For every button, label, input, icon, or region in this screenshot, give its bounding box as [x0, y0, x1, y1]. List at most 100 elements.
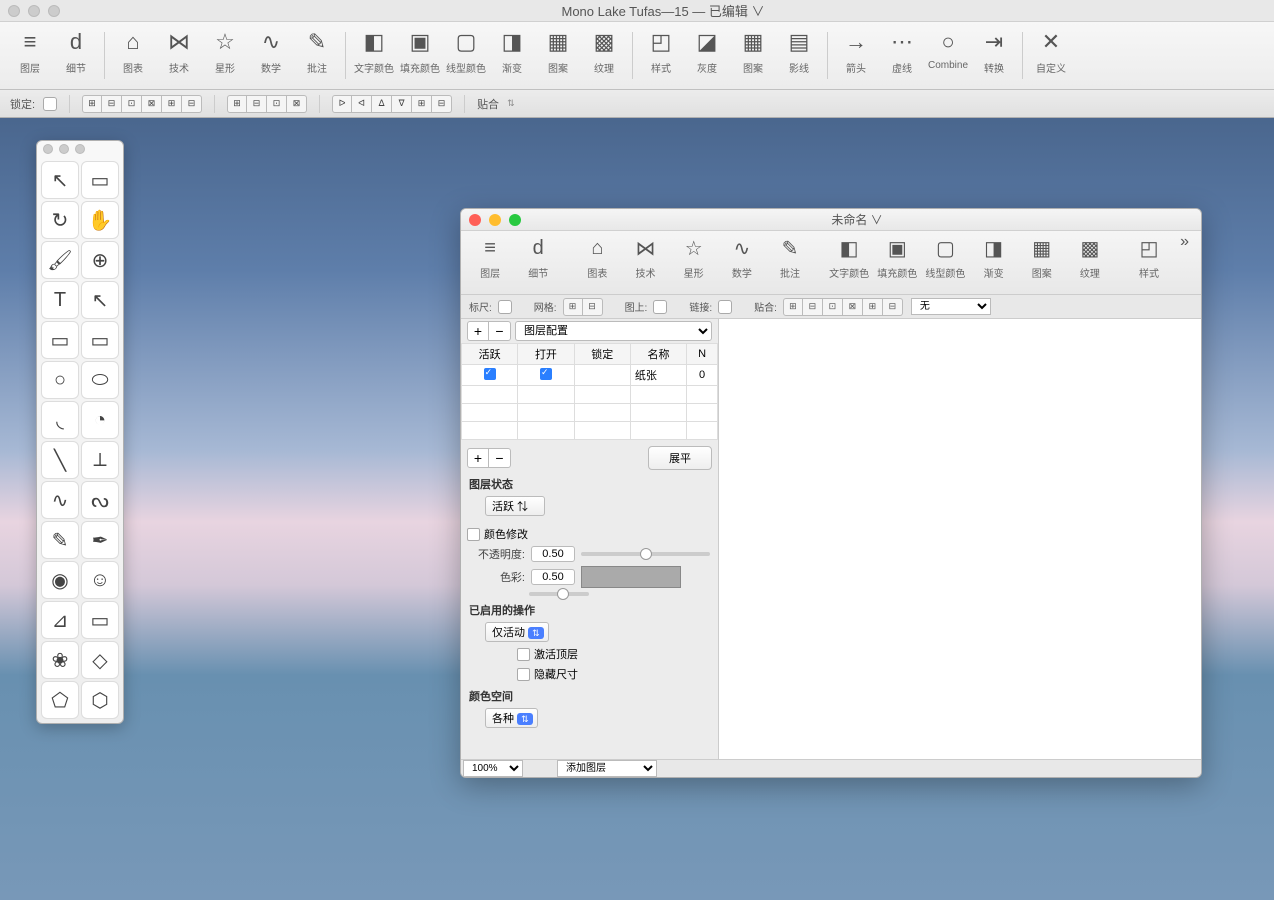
flip-btn[interactable]: ⊟: [432, 95, 452, 113]
tool-pencil[interactable]: ✎: [41, 521, 79, 559]
canvas-area[interactable]: [719, 319, 1201, 759]
toolbar-textcolor[interactable]: ◧文字颜色: [352, 26, 396, 85]
remove-layer-button[interactable]: −: [489, 448, 511, 468]
tool-apple[interactable]: ❀: [41, 641, 79, 679]
insp-toolbar-gradient[interactable]: ◨渐变: [971, 233, 1017, 280]
insp-toolbar-linecolor[interactable]: ▢线型颜色: [922, 233, 968, 280]
toolbar-combine[interactable]: ○Combine: [926, 26, 970, 85]
flatten-button[interactable]: 展平: [648, 446, 712, 470]
tool-pie[interactable]: ◔: [81, 401, 119, 439]
tool-pentagon[interactable]: ⬠: [41, 681, 79, 719]
flip-btn[interactable]: ᐁ: [392, 95, 412, 113]
onimg-checkbox[interactable]: [653, 300, 667, 314]
snap-btn[interactable]: ⊡: [823, 298, 843, 316]
active-only-dropdown[interactable]: 仅活动 ⇅: [485, 622, 549, 642]
activate-top-checkbox[interactable]: [517, 648, 530, 661]
toolbar-shadow[interactable]: ▤影线: [777, 26, 821, 85]
tool-curve[interactable]: ⟂: [81, 441, 119, 479]
tool-line[interactable]: ╲: [41, 441, 79, 479]
toolbar-fillcolor[interactable]: ▣填充颜色: [398, 26, 442, 85]
toolbar-layers[interactable]: ≡图层: [8, 26, 52, 85]
insp-toolbar-pattern[interactable]: ▦图案: [1019, 233, 1065, 280]
align-btn[interactable]: ⊞: [82, 95, 102, 113]
flip-btn[interactable]: ⊞: [412, 95, 432, 113]
dist-btn[interactable]: ⊠: [287, 95, 307, 113]
snap-btn[interactable]: ⊟: [883, 298, 903, 316]
tool-rect[interactable]: ▭: [41, 321, 79, 359]
add-layer-button[interactable]: +: [467, 448, 489, 468]
fit-dropdown-icon[interactable]: ⇅: [507, 98, 515, 109]
tool-oval[interactable]: ⬭: [81, 361, 119, 399]
insp-toolbar-tech[interactable]: ⋈技术: [622, 233, 668, 280]
insp-toolbar-annot[interactable]: ✎批注: [767, 233, 813, 280]
dist-btn[interactable]: ⊟: [247, 95, 267, 113]
toolbar-style[interactable]: ◰样式: [639, 26, 683, 85]
align-btn[interactable]: ⊠: [142, 95, 162, 113]
remove-config-button[interactable]: −: [489, 321, 511, 341]
toolbar-texture[interactable]: ▩纹理: [582, 26, 626, 85]
snap-btn[interactable]: ⊠: [843, 298, 863, 316]
tool-marquee[interactable]: ▭: [81, 161, 119, 199]
tool-hand[interactable]: ✋: [81, 201, 119, 239]
none-select[interactable]: 无: [911, 298, 991, 315]
hide-dim-checkbox[interactable]: [517, 668, 530, 681]
tool-spiral2[interactable]: ᔓ: [81, 481, 119, 519]
tool-cursor2[interactable]: ↖: [81, 281, 119, 319]
lock-checkbox[interactable]: [43, 97, 57, 111]
tool-arc[interactable]: ◟: [41, 401, 79, 439]
tool-ellipse[interactable]: ○: [41, 361, 79, 399]
insp-toolbar-style[interactable]: ◰样式: [1126, 233, 1172, 280]
minimize-icon[interactable]: [489, 214, 501, 226]
insp-toolbar-charts[interactable]: ⌂图表: [574, 233, 620, 280]
col-name[interactable]: 名称: [630, 344, 686, 365]
tool-rrect[interactable]: ▭: [81, 321, 119, 359]
tool-rotate[interactable]: ↻: [41, 201, 79, 239]
toolbar-convert[interactable]: ⇥转换: [972, 26, 1016, 85]
color-swatch[interactable]: [581, 566, 681, 588]
tool-zoom[interactable]: ⊕: [81, 241, 119, 279]
table-row[interactable]: [462, 422, 718, 440]
active-checkbox[interactable]: [484, 368, 496, 380]
align-btn[interactable]: ⊡: [122, 95, 142, 113]
toolbar-linecolor[interactable]: ▢线型颜色: [444, 26, 488, 85]
status-dropdown[interactable]: 活跃 ⇅: [485, 496, 545, 516]
palette-close-icon[interactable]: [43, 144, 53, 154]
toolbar-custom[interactable]: ✕自定义: [1029, 26, 1073, 85]
tool-brush[interactable]: 🖌: [41, 241, 79, 279]
dist-btn[interactable]: ⊡: [267, 95, 287, 113]
insp-toolbar-stars[interactable]: ☆星形: [671, 233, 717, 280]
tool-bird[interactable]: ◇: [81, 641, 119, 679]
tool-polygon[interactable]: ⬡: [81, 681, 119, 719]
toolbar-dash[interactable]: ⋯虚线: [880, 26, 924, 85]
zoom-icon[interactable]: [48, 5, 60, 17]
tool-face[interactable]: ☺: [81, 561, 119, 599]
insp-toolbar-texture[interactable]: ▩纹理: [1067, 233, 1113, 280]
zoom-icon[interactable]: [509, 214, 521, 226]
flip-btn[interactable]: ᐅ: [332, 95, 352, 113]
ruler-checkbox[interactable]: [498, 300, 512, 314]
toolbar-gradient[interactable]: ◨渐变: [490, 26, 534, 85]
toolbar-gray[interactable]: ◪灰度: [685, 26, 729, 85]
tool-type[interactable]: T: [41, 281, 79, 319]
toolbar-charts[interactable]: ⌂图表: [111, 26, 155, 85]
table-row[interactable]: [462, 404, 718, 422]
minimize-icon[interactable]: [28, 5, 40, 17]
palette-zoom-icon[interactable]: [75, 144, 85, 154]
toolbar-patt2[interactable]: ▦图案: [731, 26, 775, 85]
tool-leaf[interactable]: ⊿: [41, 601, 79, 639]
align-btn[interactable]: ⊟: [102, 95, 122, 113]
toolbar-annot[interactable]: ✎批注: [295, 26, 339, 85]
color-mod-checkbox[interactable]: [467, 528, 480, 541]
tool-misc[interactable]: ▭: [81, 601, 119, 639]
toolbar-pattern[interactable]: ▦图案: [536, 26, 580, 85]
layer-config-select[interactable]: 图层配置: [515, 321, 712, 341]
snap-btn[interactable]: ⊟: [803, 298, 823, 316]
colorspace-dropdown[interactable]: 各种 ⇅: [485, 708, 538, 728]
tool-pen[interactable]: ✒: [81, 521, 119, 559]
insp-toolbar-details[interactable]: d细节: [515, 233, 561, 280]
more-icon[interactable]: »: [1174, 233, 1195, 251]
snap-btn[interactable]: ⊞: [863, 298, 883, 316]
toolbar-tech[interactable]: ⋈技术: [157, 26, 201, 85]
color-slider[interactable]: [529, 592, 589, 596]
align-btn[interactable]: ⊟: [182, 95, 202, 113]
